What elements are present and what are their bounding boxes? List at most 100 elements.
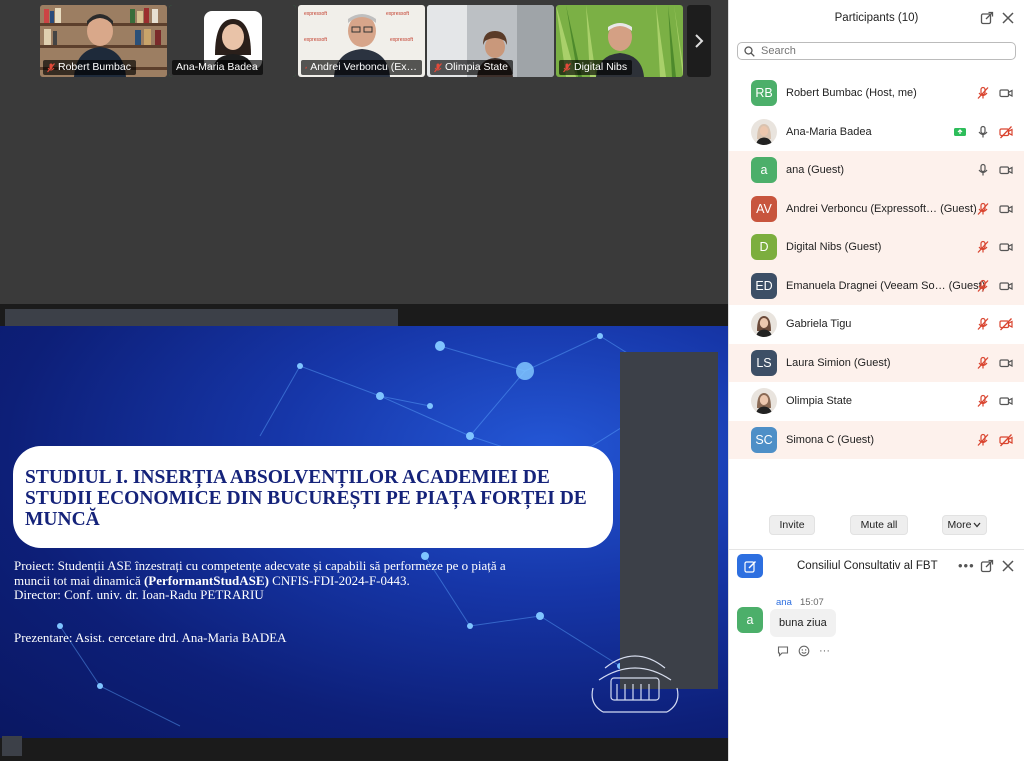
participant-name: Andrei Verboncu (Expressoft… (Guest) <box>786 202 977 215</box>
avatar: a <box>737 607 763 633</box>
wall-logo: expressoft <box>304 37 328 43</box>
participant-row[interactable]: LS Laura Simion (Guest) <box>729 343 1024 382</box>
avatar: a <box>751 157 777 184</box>
message-tools: ··· <box>777 645 830 657</box>
video-strip-next-button[interactable] <box>687 5 711 77</box>
participant-row[interactable]: Olimpia State <box>729 382 1024 421</box>
video-camera-icon[interactable] <box>999 356 1013 370</box>
video-off-icon[interactable] <box>999 433 1013 447</box>
participant-row[interactable]: SC Simona C (Guest) <box>729 420 1024 459</box>
slide-title: STUDIUL I. INSERȚIA ABSOLVENȚILOR ACADEM… <box>25 467 587 530</box>
pop-out-icon[interactable] <box>980 559 994 573</box>
more-options-icon[interactable]: ··· <box>819 645 830 657</box>
meeting-area: Robert Bumbac Ana-Maria Badea expressoft <box>0 0 728 761</box>
video-tile-andrei-verboncu[interactable]: expressoft expressoft expressoft express… <box>298 5 425 77</box>
video-tile-olimpia-state[interactable]: Olimpia State <box>427 5 554 77</box>
video-off-icon[interactable] <box>999 125 1013 139</box>
video-tile-name: Andrei Verboncu (Ex… <box>310 61 417 73</box>
video-camera-icon[interactable] <box>999 394 1013 408</box>
avatar-photo <box>751 118 777 145</box>
participant-status-icons <box>976 86 1013 100</box>
avatar: LS <box>751 349 777 376</box>
video-camera-icon[interactable] <box>999 279 1013 293</box>
close-icon[interactable] <box>1001 11 1015 25</box>
chat-app-icon[interactable] <box>737 554 763 578</box>
mic-off-icon[interactable] <box>976 86 990 100</box>
bottom-toolbar <box>0 738 728 761</box>
participant-row[interactable]: Ana-Maria Badea <box>729 113 1024 152</box>
message-sender[interactable]: ana <box>776 597 792 608</box>
wall-logo: expressoft <box>386 11 410 17</box>
participant-status-icons <box>976 163 1013 177</box>
participant-name: Emanuela Dragnei (Veeam So… (Guest) <box>786 279 986 292</box>
mic-icon[interactable] <box>976 125 990 139</box>
more-options-icon[interactable]: ••• <box>958 559 974 573</box>
invite-button[interactable]: Invite <box>769 515 815 535</box>
avatar-photo <box>751 388 777 415</box>
avatar <box>751 311 777 338</box>
mic-off-icon[interactable] <box>976 202 990 216</box>
mic-off-icon <box>563 62 571 72</box>
participant-name: Robert Bumbac (Host, me) <box>786 87 917 100</box>
video-tile-name-tag: Olimpia State <box>430 60 514 75</box>
add-reaction-icon[interactable] <box>798 645 810 657</box>
wall-logo: expressoft <box>304 11 328 17</box>
participant-name: Laura Simion (Guest) <box>786 356 891 369</box>
chevron-down-icon <box>973 522 981 528</box>
video-off-icon[interactable] <box>999 317 1013 331</box>
participant-status-icons <box>953 125 1013 139</box>
participant-row[interactable]: RB Robert Bumbac (Host, me) <box>729 74 1024 113</box>
participant-status-icons <box>976 279 1013 293</box>
video-camera-icon[interactable] <box>999 163 1013 177</box>
video-camera-icon[interactable] <box>999 86 1013 100</box>
participant-status-icons <box>976 317 1013 331</box>
mic-icon[interactable] <box>976 163 990 177</box>
mic-off-icon[interactable] <box>976 356 990 370</box>
close-icon[interactable] <box>1001 559 1015 573</box>
video-camera-icon[interactable] <box>999 240 1013 254</box>
pop-out-icon[interactable] <box>980 11 994 25</box>
participant-status-icons <box>976 202 1013 216</box>
avatar <box>751 118 777 145</box>
participant-row[interactable]: AV Andrei Verboncu (Expressoft… (Guest) <box>729 189 1024 228</box>
message-bubble[interactable]: buna ziua <box>770 609 836 637</box>
mic-off-icon[interactable] <box>976 279 990 293</box>
participant-row[interactable]: D Digital Nibs (Guest) <box>729 228 1024 267</box>
video-tile-name-tag: Robert Bumbac <box>43 60 136 75</box>
mic-off-icon[interactable] <box>976 394 990 408</box>
screen-share-icon <box>954 127 966 136</box>
slide-presenter: Prezentare: Asist. cercetare drd. Ana-Ma… <box>14 630 287 645</box>
video-tile-name-tag: Digital Nibs <box>559 60 633 75</box>
participant-name: Gabriela Tigu <box>786 318 852 331</box>
mic-off-icon[interactable] <box>976 240 990 254</box>
mic-off-icon[interactable] <box>976 317 990 331</box>
participant-name: Olimpia State <box>786 395 853 408</box>
avatar <box>751 388 777 415</box>
participant-name: Ana-Maria Badea <box>786 125 872 138</box>
video-tile-digital-nibs[interactable]: Digital Nibs <box>556 5 683 77</box>
participant-status-icons <box>976 394 1013 408</box>
video-camera-icon[interactable] <box>999 202 1013 216</box>
participant-name: ana (Guest) <box>786 164 845 177</box>
video-tile-name: Digital Nibs <box>574 61 628 73</box>
participant-row[interactable]: a ana (Guest) <box>729 151 1024 190</box>
shared-slide: STUDIUL I. INSERȚIA ABSOLVENȚILOR ACADEM… <box>0 326 728 738</box>
mic-off-icon[interactable] <box>976 433 990 447</box>
participant-search-box[interactable] <box>737 42 1016 60</box>
reply-thread-icon[interactable] <box>777 645 789 657</box>
participant-row[interactable]: Gabriela Tigu <box>729 305 1024 344</box>
mute-all-button[interactable]: Mute all <box>850 515 908 535</box>
video-tile-robert-bumbac[interactable]: Robert Bumbac <box>40 5 167 77</box>
more-button[interactable]: More <box>942 515 987 535</box>
side-panel: Participants (10) RB Robert Bumbac (Host,… <box>728 0 1024 761</box>
avatar: ED <box>751 272 777 299</box>
redacted-region <box>620 352 718 689</box>
wall-logo: expressoft <box>390 37 414 43</box>
participant-name: Simona C (Guest) <box>786 433 875 446</box>
participant-row[interactable]: ED Emanuela Dragnei (Veeam So… (Guest) <box>729 266 1024 305</box>
video-tile-name: Ana-Maria Badea <box>176 61 258 73</box>
slide-project-code: CNFIS-FDI-2024-F-0443. <box>268 572 410 588</box>
search-input[interactable] <box>761 45 1001 57</box>
compose-icon <box>743 560 756 573</box>
video-tile-ana-maria-badea[interactable]: Ana-Maria Badea <box>169 5 296 77</box>
